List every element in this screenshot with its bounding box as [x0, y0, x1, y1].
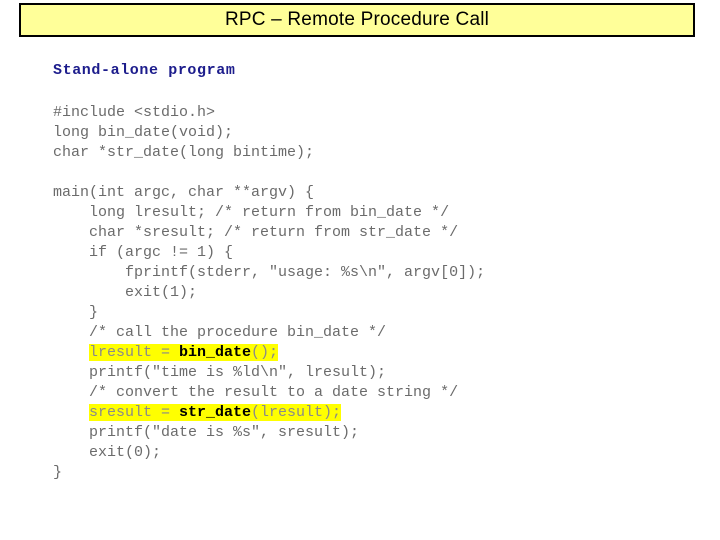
procedure-name: str_date	[179, 404, 252, 421]
code-line: #include <stdio.h>	[53, 104, 216, 121]
code-highlight: sresult = str_date(lresult);	[89, 404, 342, 421]
code-line: fprintf(stderr, "usage: %s\n", argv[0]);	[53, 264, 486, 281]
procedure-name: bin_date	[179, 344, 252, 361]
code-text: sresult =	[89, 404, 180, 421]
code-line: exit(0);	[53, 444, 162, 461]
code-text: ();	[251, 344, 279, 361]
code-line: }	[53, 304, 99, 321]
code-line: /* convert the result to a date string *…	[53, 384, 459, 401]
code-text: lresult =	[89, 344, 180, 361]
code-line: if (argc != 1) {	[53, 244, 234, 261]
section-heading: Stand-alone program	[53, 62, 236, 79]
code-line: sresult = str_date(lresult);	[53, 403, 693, 423]
code-line: char *str_date(long bintime);	[53, 144, 315, 161]
code-text: (lresult);	[251, 404, 342, 421]
slide-title-bar: RPC – Remote Procedure Call	[19, 3, 695, 37]
code-line: main(int argc, char **argv) {	[53, 184, 315, 201]
code-line: printf("time is %ld\n", lresult);	[53, 364, 387, 381]
page-title: RPC – Remote Procedure Call	[224, 9, 490, 30]
slide-content: Stand-alone program #include <stdio.h> lo…	[53, 61, 693, 483]
code-line: exit(1);	[53, 284, 198, 301]
code-line: char *sresult; /* return from str_date *…	[53, 224, 459, 241]
code-line: /* call the procedure bin_date */	[53, 324, 387, 341]
code-line: lresult = bin_date();	[53, 343, 693, 363]
code-line: printf("date is %s", sresult);	[53, 424, 360, 441]
code-highlight: lresult = bin_date();	[89, 344, 279, 361]
code-listing: #include <stdio.h> long bin_date(void);ch…	[53, 103, 693, 483]
code-line: long bin_date(void);	[53, 124, 234, 141]
code-line: long lresult; /* return from bin_date */	[53, 204, 450, 221]
code-line: }	[53, 464, 63, 481]
